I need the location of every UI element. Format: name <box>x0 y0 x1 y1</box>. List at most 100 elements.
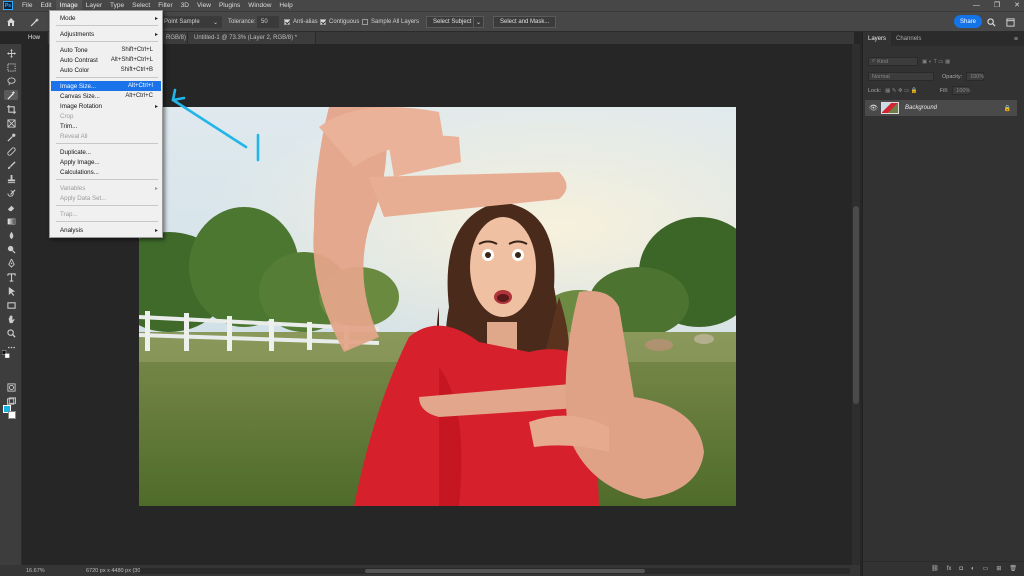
rectangle-tool-icon[interactable] <box>4 300 18 310</box>
menu-item-auto-tone[interactable]: Auto Tone Shift+Ctrl+L <box>51 45 161 55</box>
zoom-level[interactable]: 16.67% <box>26 568 62 574</box>
lock-row: Lock: ▦ ✎ ✥ ▭ 🔒 Fill: 100% <box>868 86 970 95</box>
healing-brush-tool-icon[interactable] <box>4 146 18 156</box>
tab-channels[interactable]: Channels <box>891 32 926 46</box>
vertical-scroll-thumb[interactable] <box>853 206 859 404</box>
add-mask-icon[interactable]: ◘ <box>959 566 963 572</box>
sample-all-layers-label: Sample All Layers <box>371 19 420 25</box>
path-selection-tool-icon[interactable] <box>4 286 18 296</box>
select-subject-menu-button[interactable]: ⌄ <box>473 16 484 28</box>
quick-mask-icon[interactable] <box>4 382 18 392</box>
menu-item-auto-color[interactable]: Auto Color Shift+Ctrl+B <box>51 65 161 75</box>
blend-mode-dropdown[interactable]: Normal <box>868 72 934 81</box>
delete-layer-icon[interactable]: 🗑 <box>1009 565 1017 572</box>
menu-view[interactable]: View <box>193 0 215 11</box>
default-colors-icon[interactable] <box>2 349 10 358</box>
brush-tool-icon[interactable] <box>4 160 18 170</box>
blur-tool-icon[interactable] <box>4 230 18 240</box>
contiguous-checkbox[interactable]: Contiguous <box>320 16 359 28</box>
hand-tool-icon[interactable] <box>4 314 18 324</box>
menu-item-apply-image[interactable]: Apply Image... <box>51 157 161 167</box>
layer-filter-dropdown[interactable]: ⌕ Kind <box>868 57 918 66</box>
magic-wand-tool-preset-icon[interactable] <box>30 16 40 28</box>
crop-tool-icon[interactable] <box>4 104 18 114</box>
workspace-icon[interactable] <box>1006 16 1015 28</box>
lock-options-icons[interactable]: ▦ ✎ ✥ ▭ 🔒 <box>885 88 918 94</box>
menu-item-duplicate[interactable]: Duplicate... <box>51 147 161 157</box>
eraser-tool-icon[interactable] <box>4 202 18 212</box>
tolerance-input[interactable]: 50 <box>257 16 279 28</box>
adjustment-layer-icon[interactable]: ◐ <box>971 566 975 572</box>
layer-style-icon[interactable]: fx <box>947 566 952 572</box>
menu-file[interactable]: File <box>18 0 36 11</box>
menu-item-crop[interactable]: Crop <box>51 111 161 121</box>
filter-icons[interactable]: ▣ ◐ T ▭ ▦ <box>922 59 950 65</box>
menu-item-canvas-size[interactable]: Canvas Size... Alt+Ctrl+C <box>51 91 161 101</box>
menu-item-analysis[interactable]: Analysis ▸ <box>51 225 161 235</box>
gradient-tool-icon[interactable] <box>4 216 18 226</box>
frame-tool-icon[interactable] <box>4 118 18 128</box>
close-icon[interactable]: ✕ <box>1014 0 1020 11</box>
menu-item-image-rotation[interactable]: Image Rotation ▸ <box>51 101 161 111</box>
opacity-input[interactable]: 100% <box>966 72 984 81</box>
layer-filter-row: ⌕ Kind ▣ ◐ T ▭ ▦ <box>868 57 950 66</box>
menu-item-trap[interactable]: Trap... <box>51 209 161 219</box>
menu-3d[interactable]: 3D <box>177 0 193 11</box>
menu-plugins[interactable]: Plugins <box>215 0 244 11</box>
menu-separator <box>56 179 158 180</box>
magic-wand-tool-icon[interactable] <box>4 90 18 100</box>
tab-how-to[interactable]: How to <box>22 32 48 53</box>
menu-item-adjustments[interactable]: Adjustments ▸ <box>51 29 161 39</box>
share-button[interactable]: Share <box>954 15 982 28</box>
anti-alias-checkbox[interactable]: Anti-alias <box>284 16 318 28</box>
menu-item-mode[interactable]: Mode ▸ <box>51 13 161 23</box>
eye-icon[interactable]: 👁 <box>869 104 878 112</box>
fill-input[interactable]: 100% <box>952 86 970 95</box>
new-layer-icon[interactable]: ⊞ <box>996 565 1001 572</box>
select-subject-button[interactable]: Select Subject <box>426 16 479 28</box>
screen-mode-icon[interactable] <box>4 396 18 406</box>
menu-item-calculations[interactable]: Calculations... <box>51 167 161 177</box>
marquee-tool-icon[interactable] <box>4 62 18 72</box>
new-group-icon[interactable]: ▭ <box>983 565 989 572</box>
minimize-icon[interactable]: — <box>973 0 980 11</box>
layer-row-background[interactable]: 👁 Background 🔒 <box>865 100 1017 116</box>
history-brush-tool-icon[interactable] <box>4 188 18 198</box>
link-layers-icon[interactable]: ⛓ <box>931 565 939 572</box>
type-tool-icon[interactable] <box>4 272 18 282</box>
chevron-down-icon: ⌄ <box>212 19 218 26</box>
menu-item-image-size[interactable]: Image Size... Alt+Ctrl+I <box>51 81 161 91</box>
menu-item-reveal-all[interactable]: Reveal All <box>51 131 161 141</box>
restore-icon[interactable]: ❐ <box>994 0 1000 11</box>
search-icon[interactable] <box>987 16 996 28</box>
zoom-tool-icon[interactable] <box>4 328 18 338</box>
vertical-scrollbar[interactable] <box>852 44 860 565</box>
select-and-mask-button[interactable]: Select and Mask... <box>493 16 557 28</box>
panel-menu-icon[interactable]: ≡ <box>1014 36 1018 43</box>
menu-item-trim[interactable]: Trim... <box>51 121 161 131</box>
clone-stamp-tool-icon[interactable] <box>4 174 18 184</box>
menu-item-label: Auto Color <box>60 66 90 74</box>
dodge-tool-icon[interactable] <box>4 244 18 254</box>
move-tool-icon[interactable] <box>4 48 18 58</box>
home-icon[interactable] <box>6 16 16 28</box>
menu-item-auto-contrast[interactable]: Auto Contrast Alt+Shift+Ctrl+L <box>51 55 161 65</box>
sample-size-value: Point Sample <box>164 19 200 25</box>
eyedropper-tool-icon[interactable] <box>4 132 18 142</box>
background-color-swatch[interactable] <box>8 411 16 419</box>
sample-size-dropdown[interactable]: Point Sample ⌄ <box>160 16 222 28</box>
menu-item-variables[interactable]: Variables ▸ <box>51 183 161 193</box>
pen-tool-icon[interactable] <box>4 258 18 268</box>
horizontal-scrollbar[interactable] <box>140 568 850 574</box>
layer-filter-kind: Kind <box>877 58 889 65</box>
horizontal-scroll-thumb[interactable] <box>365 569 645 573</box>
annotation-arrow-icon <box>171 88 260 162</box>
sample-all-layers-checkbox[interactable]: Sample All Layers <box>362 16 419 28</box>
tab-untitled-1[interactable]: Untitled-1 @ 73.3% (Layer 2, RGB/8) * <box>188 32 316 44</box>
menu-window[interactable]: Window <box>244 0 275 11</box>
tab-layers[interactable]: Layers <box>863 32 892 46</box>
blend-row: Normal Opacity: 100% <box>868 72 984 81</box>
menu-item-apply-data-set[interactable]: Apply Data Set... <box>51 193 161 203</box>
menu-help[interactable]: Help <box>275 0 296 11</box>
lasso-tool-icon[interactable] <box>4 76 18 86</box>
